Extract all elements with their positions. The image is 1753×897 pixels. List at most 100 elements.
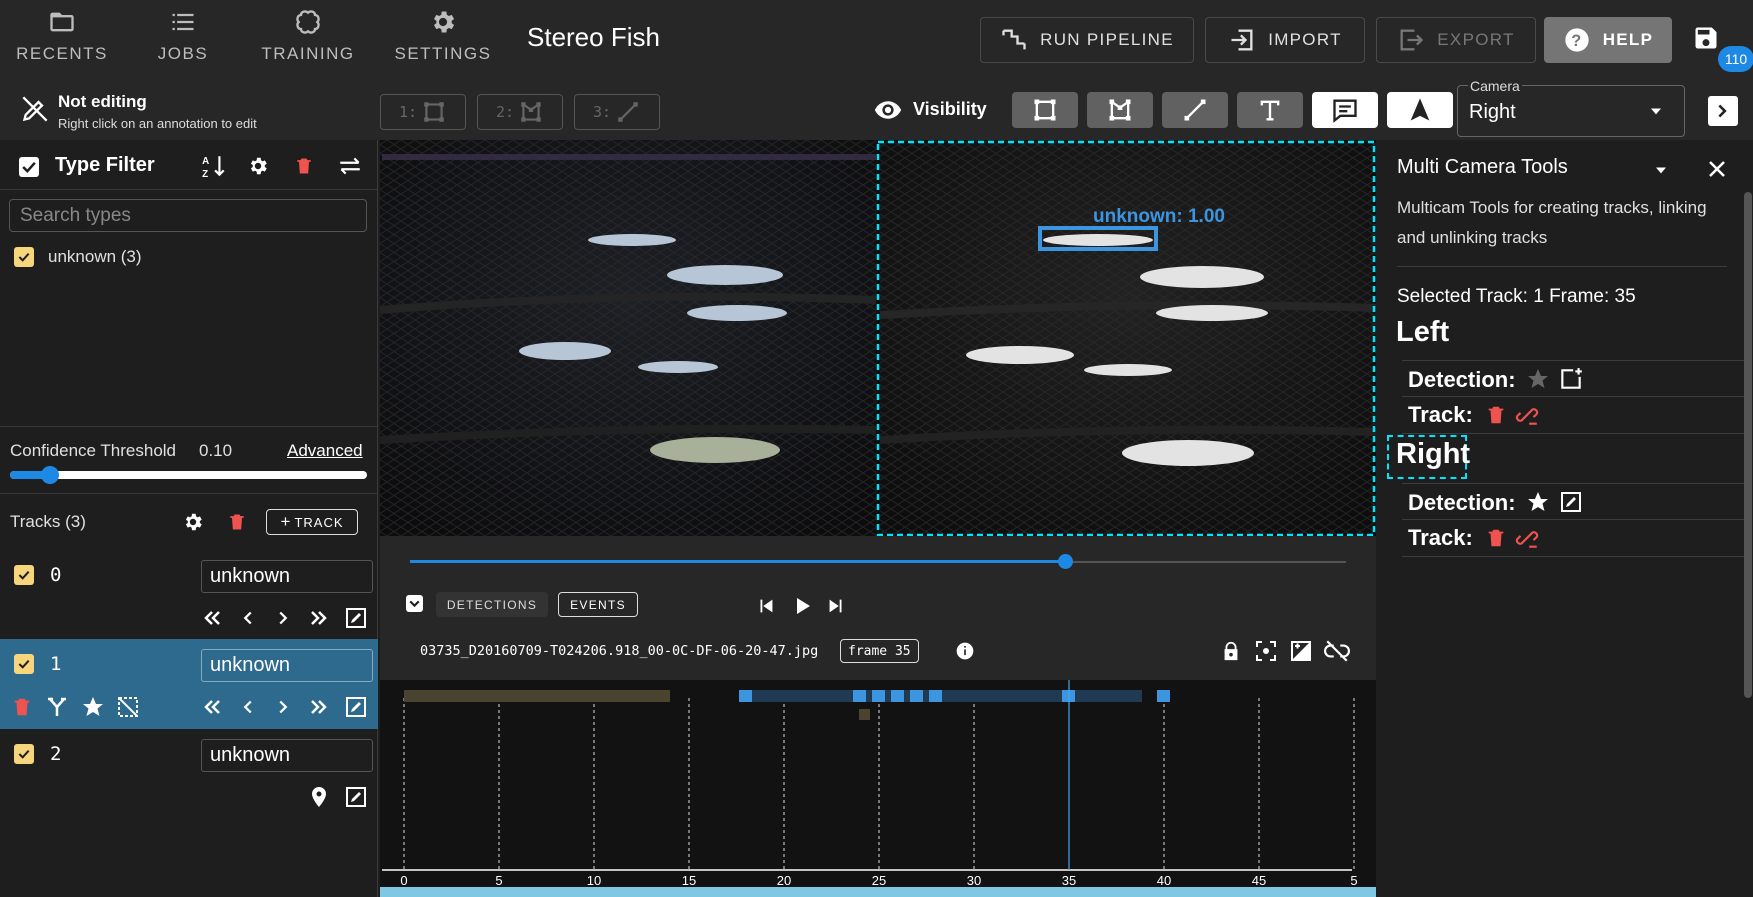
timeline-tick-label: 5 <box>495 873 502 888</box>
seek-bar-thumb[interactable] <box>1058 554 1074 569</box>
swap-button[interactable] <box>336 152 364 180</box>
help-button[interactable]: ? HELP <box>1544 17 1672 63</box>
delete-track-button[interactable] <box>9 694 35 720</box>
track-2-detection[interactable] <box>859 709 870 720</box>
mode-polygon-button[interactable]: 2: <box>477 94 563 130</box>
track-row[interactable]: 2 unknown <box>0 729 378 819</box>
center-focus-button[interactable] <box>1253 637 1279 665</box>
type-filter-select-all-checkbox[interactable] <box>19 157 39 177</box>
events-tab[interactable]: EVENTS <box>558 592 638 617</box>
track-0-bar[interactable] <box>404 690 670 702</box>
first-frame-button[interactable] <box>199 694 225 720</box>
next-frame-button[interactable] <box>270 694 296 720</box>
info-button[interactable] <box>954 640 976 662</box>
jobs-nav-button[interactable]: JOBS <box>123 8 243 70</box>
track-1-keyframe[interactable] <box>739 690 752 702</box>
left-track-unlink-button[interactable] <box>1512 401 1542 429</box>
right-track-delete-button[interactable] <box>1482 524 1510 552</box>
add-track-button[interactable]: + TRACK <box>266 509 358 535</box>
right-detection-star-button[interactable] <box>1524 488 1552 516</box>
track-type-input[interactable]: unknown <box>201 560 373 593</box>
right-camera-frame[interactable]: unknown: 1.00 <box>879 140 1376 536</box>
settings-nav-button[interactable]: SETTINGS <box>383 8 503 70</box>
confidence-slider-track[interactable] <box>10 471 367 479</box>
save-button[interactable] <box>1690 22 1722 54</box>
type-list-item[interactable]: unknown (3) <box>14 247 142 267</box>
check-icon <box>18 659 30 669</box>
track-row[interactable]: 0 unknown <box>0 550 378 640</box>
left-track-delete-button[interactable] <box>1482 401 1510 429</box>
delete-tracks-button[interactable] <box>224 509 250 535</box>
delete-types-button[interactable] <box>290 152 318 180</box>
first-frame-button[interactable] <box>199 605 225 631</box>
toggle-side-panel-button[interactable] <box>1708 96 1738 126</box>
track-row-selected[interactable]: 1 unknown <box>0 639 378 729</box>
next-frame-button[interactable] <box>270 605 296 631</box>
timeline-scrollbar[interactable] <box>380 887 1376 897</box>
run-pipeline-button[interactable]: RUN PIPELINE <box>980 17 1194 63</box>
track-1-keyframe[interactable] <box>853 690 866 702</box>
track-1-keyframe[interactable] <box>872 690 885 702</box>
left-track-label: Track: <box>1408 402 1473 427</box>
mode-line-button[interactable]: 3: <box>574 94 660 130</box>
close-panel-button[interactable] <box>1703 155 1731 183</box>
edit-track-button[interactable] <box>343 694 369 720</box>
type-checkbox[interactable] <box>14 247 34 267</box>
timeline-panel[interactable]: 0 5 10 15 20 25 30 35 40 45 5 <box>380 680 1376 897</box>
timeline-chart[interactable]: 0 5 10 15 20 25 30 35 40 45 5 <box>380 680 1376 897</box>
track-1-keyframe[interactable] <box>910 690 923 702</box>
visibility-head-tail-toggle[interactable] <box>1387 92 1453 128</box>
right-track-unlink-button[interactable] <box>1512 524 1542 552</box>
panel-dropdown-button[interactable] <box>1649 158 1673 182</box>
track-1-keyframe[interactable] <box>891 690 904 702</box>
edit-track-button[interactable] <box>343 784 369 810</box>
timeline-enable-checkbox[interactable] <box>406 595 423 612</box>
split-track-button[interactable] <box>44 694 70 720</box>
previous-frame-button[interactable] <box>235 605 261 631</box>
visibility-text-toggle[interactable] <box>1237 92 1303 128</box>
training-nav-button[interactable]: TRAINING <box>248 8 368 70</box>
skip-previous-button[interactable] <box>753 593 779 619</box>
track-type-input[interactable]: unknown <box>201 649 373 682</box>
confidence-slider-thumb[interactable] <box>40 466 59 484</box>
sort-alpha-button[interactable]: AZ <box>200 152 228 180</box>
stereo-video-viewer[interactable]: unknown: 1.00 <box>380 140 1376 536</box>
export-button[interactable]: EXPORT <box>1376 17 1536 63</box>
panel-scrollbar[interactable] <box>1744 192 1752 698</box>
last-frame-button[interactable] <box>306 605 332 631</box>
advanced-link[interactable]: Advanced <box>287 441 363 461</box>
import-button[interactable]: IMPORT <box>1205 17 1365 63</box>
remove-box-button[interactable] <box>115 694 141 720</box>
recents-nav-button[interactable]: RECENTS <box>2 8 122 70</box>
track-checkbox[interactable] <box>14 565 34 585</box>
right-detection-edit-button[interactable] <box>1557 488 1585 516</box>
visibility-polygon-toggle[interactable] <box>1087 92 1153 128</box>
left-detection-star-button[interactable] <box>1524 365 1552 393</box>
lock-camera-button[interactable] <box>1218 637 1244 665</box>
previous-frame-button[interactable] <box>235 694 261 720</box>
track-1-keyframe[interactable] <box>1157 690 1170 702</box>
type-search-input[interactable]: Search types <box>9 199 367 232</box>
visibility-tooltip-toggle[interactable] <box>1312 92 1378 128</box>
edit-track-button[interactable] <box>343 605 369 631</box>
image-enhancement-button[interactable] <box>1288 637 1314 665</box>
play-button[interactable] <box>788 592 816 620</box>
skip-next-button[interactable] <box>823 593 849 619</box>
visibility-rectangle-toggle[interactable] <box>1012 92 1078 128</box>
track-1-keyframe[interactable] <box>929 690 942 702</box>
location-button[interactable] <box>306 784 332 810</box>
detections-tab[interactable]: DETECTIONS <box>436 592 548 617</box>
left-detection-add-button[interactable] <box>1557 365 1585 393</box>
track-type-input[interactable]: unknown <box>201 739 373 772</box>
last-frame-button[interactable] <box>306 694 332 720</box>
track-checkbox[interactable] <box>14 654 34 674</box>
visibility-line-toggle[interactable] <box>1162 92 1228 128</box>
track-checkbox[interactable] <box>14 744 34 764</box>
type-settings-button[interactable] <box>244 152 272 180</box>
left-camera-frame[interactable] <box>380 140 877 536</box>
unlink-button[interactable] <box>1323 637 1351 665</box>
track-settings-button[interactable] <box>180 509 206 535</box>
mode-rectangle-button[interactable]: 1: <box>380 94 466 130</box>
star-button[interactable] <box>80 694 106 720</box>
track-1-bar[interactable] <box>746 690 1142 702</box>
